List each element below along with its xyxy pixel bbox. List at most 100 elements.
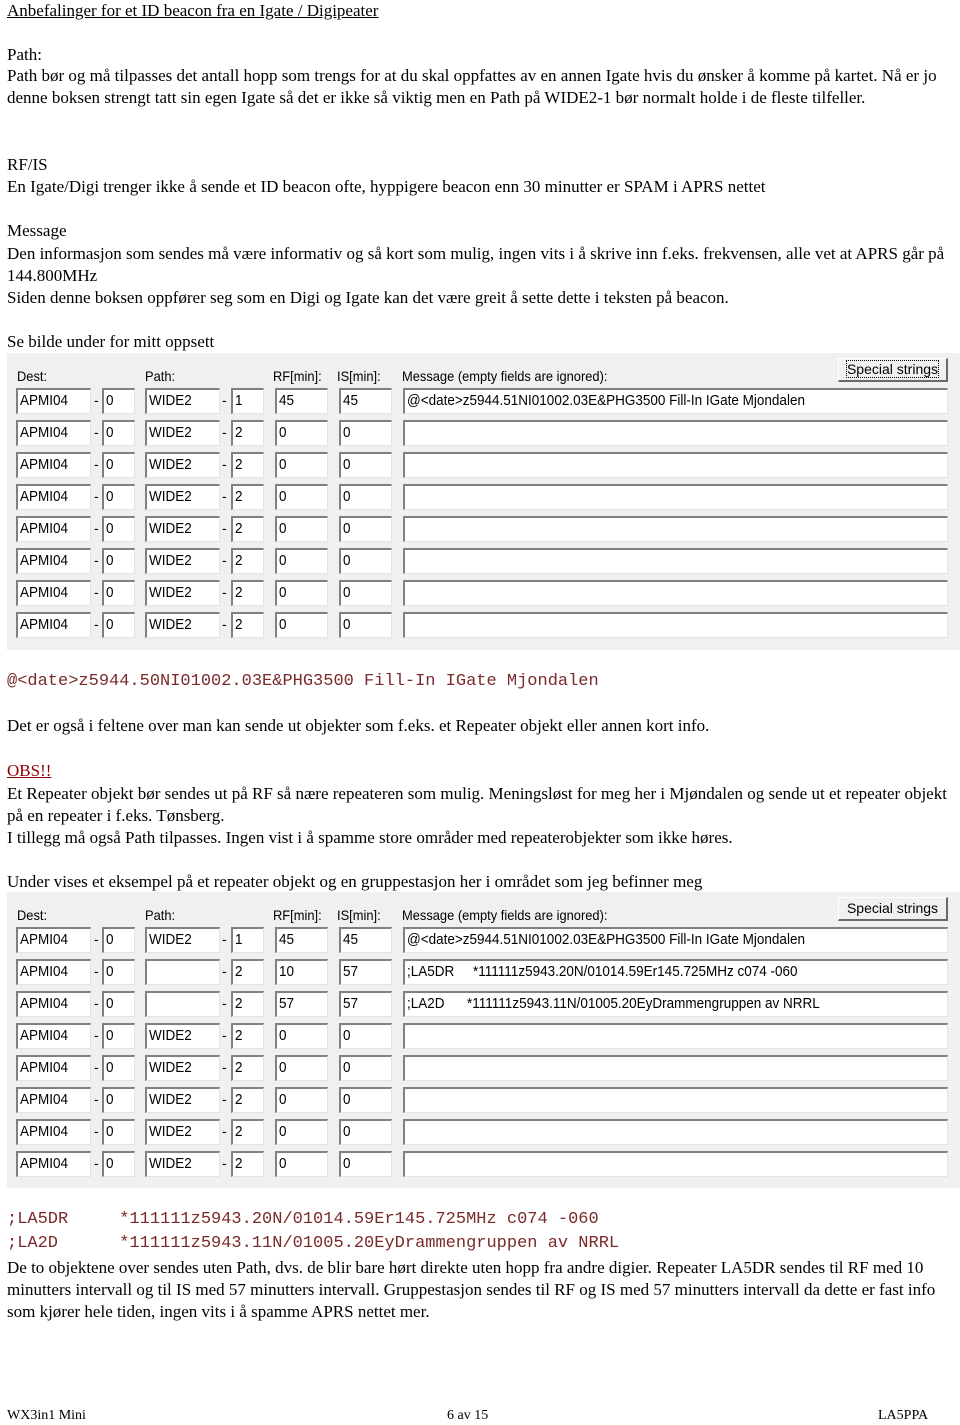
message-field[interactable]: @<date>z5944.51NI01002.03E&PHG3500 Fill-…	[403, 927, 948, 953]
rf-interval-field[interactable]: 0	[275, 612, 328, 638]
path-hops-field[interactable]: 2	[231, 484, 264, 510]
dest-ssid-field[interactable]: 0	[102, 927, 135, 953]
rf-interval-field[interactable]: 0	[275, 420, 328, 446]
is-interval-field[interactable]: 0	[339, 580, 392, 606]
dest-ssid-field[interactable]: 0	[102, 484, 135, 510]
dest-ssid-field[interactable]: 0	[102, 580, 135, 606]
message-field[interactable]: ;LA2D *111111z5943.11N/01005.20EyDrammen…	[403, 991, 948, 1017]
rf-interval-field[interactable]: 0	[275, 1087, 328, 1113]
message-field[interactable]	[403, 1055, 948, 1081]
path-field[interactable]: WIDE2	[145, 1055, 220, 1081]
dest-field[interactable]: APMI04	[16, 1023, 91, 1049]
dest-field[interactable]: APMI04	[16, 1151, 91, 1177]
message-field[interactable]: ;LA5DR *111111z5943.20N/01014.59Er145.72…	[403, 959, 948, 985]
path-field[interactable]: WIDE2	[145, 1119, 220, 1145]
message-field[interactable]	[403, 420, 948, 446]
message-field[interactable]	[403, 484, 948, 510]
path-field[interactable]	[145, 959, 220, 985]
dest-ssid-field[interactable]: 0	[102, 991, 135, 1017]
dest-ssid-field[interactable]: 0	[102, 959, 135, 985]
dest-field[interactable]: APMI04	[16, 516, 91, 542]
dest-ssid-field[interactable]: 0	[102, 452, 135, 478]
is-interval-field[interactable]: 0	[339, 1023, 392, 1049]
path-field[interactable]: WIDE2	[145, 516, 220, 542]
dest-ssid-field[interactable]: 0	[102, 420, 135, 446]
message-field[interactable]	[403, 1119, 948, 1145]
dest-field[interactable]: APMI04	[16, 420, 91, 446]
is-interval-field[interactable]: 0	[339, 548, 392, 574]
path-hops-field[interactable]: 2	[231, 516, 264, 542]
path-hops-field[interactable]: 2	[231, 452, 264, 478]
path-hops-field[interactable]: 2	[231, 1023, 264, 1049]
path-field[interactable]: WIDE2	[145, 580, 220, 606]
message-field[interactable]	[403, 1023, 948, 1049]
rf-interval-field[interactable]: 0	[275, 516, 328, 542]
special-strings-button[interactable]: Special strings	[838, 897, 948, 921]
dest-field[interactable]: APMI04	[16, 388, 91, 414]
is-interval-field[interactable]: 0	[339, 1087, 392, 1113]
path-field[interactable]: WIDE2	[145, 1087, 220, 1113]
is-interval-field[interactable]: 45	[339, 388, 392, 414]
path-field[interactable]: WIDE2	[145, 548, 220, 574]
is-interval-field[interactable]: 45	[339, 927, 392, 953]
rf-interval-field[interactable]: 0	[275, 1119, 328, 1145]
rf-interval-field[interactable]: 57	[275, 991, 328, 1017]
dest-ssid-field[interactable]: 0	[102, 1151, 135, 1177]
dest-ssid-field[interactable]: 0	[102, 1087, 135, 1113]
path-hops-field[interactable]: 2	[231, 959, 264, 985]
message-field[interactable]	[403, 548, 948, 574]
dest-field[interactable]: APMI04	[16, 548, 91, 574]
message-field[interactable]	[403, 516, 948, 542]
path-hops-field[interactable]: 2	[231, 420, 264, 446]
path-field[interactable]: WIDE2	[145, 388, 220, 414]
path-hops-field[interactable]: 2	[231, 1055, 264, 1081]
path-hops-field[interactable]: 1	[231, 927, 264, 953]
message-field[interactable]	[403, 452, 948, 478]
path-field[interactable]	[145, 991, 220, 1017]
dest-field[interactable]: APMI04	[16, 484, 91, 510]
message-field[interactable]	[403, 1151, 948, 1177]
rf-interval-field[interactable]: 0	[275, 580, 328, 606]
dest-field[interactable]: APMI04	[16, 580, 91, 606]
dest-ssid-field[interactable]: 0	[102, 548, 135, 574]
message-field[interactable]	[403, 580, 948, 606]
is-interval-field[interactable]: 0	[339, 1055, 392, 1081]
path-hops-field[interactable]: 2	[231, 991, 264, 1017]
dest-field[interactable]: APMI04	[16, 1055, 91, 1081]
message-field[interactable]: @<date>z5944.51NI01002.03E&PHG3500 Fill-…	[403, 388, 948, 414]
rf-interval-field[interactable]: 0	[275, 484, 328, 510]
dest-field[interactable]: APMI04	[16, 1119, 91, 1145]
path-hops-field[interactable]: 2	[231, 1087, 264, 1113]
rf-interval-field[interactable]: 0	[275, 1055, 328, 1081]
is-interval-field[interactable]: 0	[339, 452, 392, 478]
rf-interval-field[interactable]: 10	[275, 959, 328, 985]
rf-interval-field[interactable]: 0	[275, 452, 328, 478]
is-interval-field[interactable]: 0	[339, 420, 392, 446]
path-hops-field[interactable]: 2	[231, 612, 264, 638]
path-field[interactable]: WIDE2	[145, 420, 220, 446]
path-hops-field[interactable]: 1	[231, 388, 264, 414]
dest-ssid-field[interactable]: 0	[102, 1119, 135, 1145]
dest-ssid-field[interactable]: 0	[102, 516, 135, 542]
path-hops-field[interactable]: 2	[231, 1119, 264, 1145]
dest-ssid-field[interactable]: 0	[102, 1023, 135, 1049]
dest-field[interactable]: APMI04	[16, 927, 91, 953]
dest-field[interactable]: APMI04	[16, 1087, 91, 1113]
rf-interval-field[interactable]: 0	[275, 548, 328, 574]
rf-interval-field[interactable]: 0	[275, 1023, 328, 1049]
dest-field[interactable]: APMI04	[16, 991, 91, 1017]
is-interval-field[interactable]: 0	[339, 1151, 392, 1177]
rf-interval-field[interactable]: 45	[275, 927, 328, 953]
path-field[interactable]: WIDE2	[145, 1151, 220, 1177]
dest-field[interactable]: APMI04	[16, 452, 91, 478]
is-interval-field[interactable]: 0	[339, 516, 392, 542]
dest-ssid-field[interactable]: 0	[102, 388, 135, 414]
path-field[interactable]: WIDE2	[145, 612, 220, 638]
is-interval-field[interactable]: 0	[339, 612, 392, 638]
dest-field[interactable]: APMI04	[16, 612, 91, 638]
dest-ssid-field[interactable]: 0	[102, 1055, 135, 1081]
dest-ssid-field[interactable]: 0	[102, 612, 135, 638]
is-interval-field[interactable]: 0	[339, 484, 392, 510]
rf-interval-field[interactable]: 0	[275, 1151, 328, 1177]
is-interval-field[interactable]: 57	[339, 991, 392, 1017]
